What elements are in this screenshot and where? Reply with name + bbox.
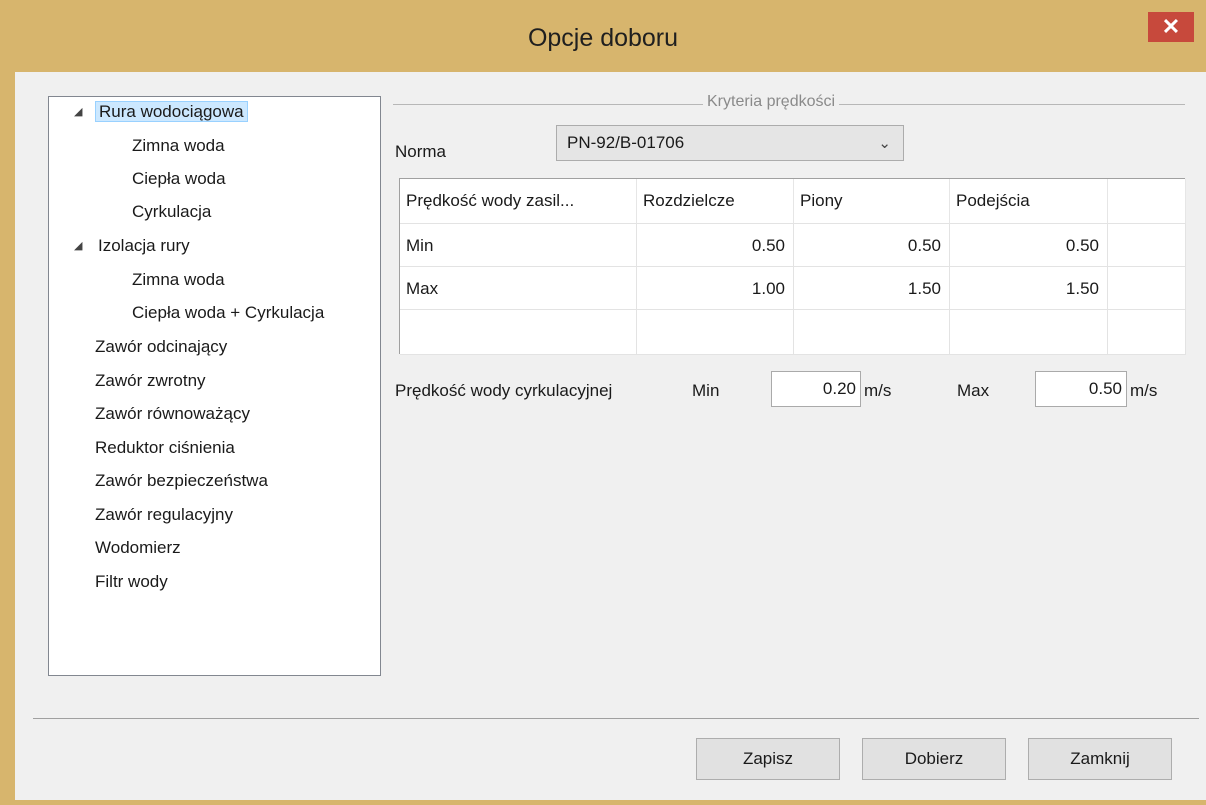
window-title: Opcje doboru xyxy=(527,24,679,52)
tree-item-zimna-woda[interactable]: Zimna woda xyxy=(129,133,228,159)
tree-item-label: Zawór równoważący xyxy=(95,404,250,423)
tree-item-label: Zimna woda xyxy=(132,136,225,155)
tree-item-label: Cyrkulacja xyxy=(132,202,212,221)
dialog-client-area: ◢ Rura wodociągowa Zimna woda Ciepła wod… xyxy=(15,72,1206,800)
column-header-filler xyxy=(1108,179,1186,224)
tree-item-label: Zawór odcinający xyxy=(95,337,228,356)
tree-item-zawor-zwrotny[interactable]: Zawór zwrotny xyxy=(92,368,209,394)
table-cell[interactable]: 0.50 xyxy=(794,224,950,267)
footer-separator xyxy=(33,718,1199,719)
tree-item-filtr-wody[interactable]: Filtr wody xyxy=(92,569,171,595)
table-cell-filler xyxy=(1108,267,1186,310)
circulation-max-input[interactable]: 0.50 xyxy=(1035,371,1127,407)
column-header[interactable]: Podejścia xyxy=(950,179,1108,224)
tree-item-label: Rura wodociągowa xyxy=(95,101,248,122)
save-button[interactable]: Zapisz xyxy=(696,738,840,780)
column-header[interactable]: Rozdzielcze xyxy=(637,179,794,224)
table-cell[interactable] xyxy=(400,310,637,355)
options-tree: ◢ Rura wodociągowa Zimna woda Ciepła wod… xyxy=(48,96,381,676)
circulation-velocity-label: Prędkość wody cyrkulacyjnej xyxy=(395,381,613,400)
circulation-max-unit: m/s xyxy=(1130,381,1158,400)
column-header[interactable]: Piony xyxy=(794,179,950,224)
norma-value: PN-92/B-01706 xyxy=(567,133,685,152)
tree-item-ciepla-woda[interactable]: Ciepła woda xyxy=(129,166,229,192)
tree-item-izolacja-ciepla-cyrkulacja[interactable]: Ciepła woda + Cyrkulacja xyxy=(129,300,327,326)
table-cell[interactable]: Min xyxy=(400,224,637,267)
column-header[interactable]: Prędkość wody zasil... xyxy=(400,179,637,224)
dialog-window: Opcje doboru ✕ ◢ Rura wodociągowa Zimna … xyxy=(0,0,1206,805)
expander-triangle-icon[interactable]: ◢ xyxy=(74,233,82,259)
norma-dropdown[interactable]: PN-92/B-01706 ⌄ xyxy=(556,125,904,161)
tree-item-wodomierz[interactable]: Wodomierz xyxy=(92,535,184,561)
table-cell[interactable]: 0.50 xyxy=(950,224,1108,267)
circulation-min-unit: m/s xyxy=(864,381,892,400)
tree-item-rura-wodociagowa[interactable]: ◢ Rura wodociągowa xyxy=(74,99,248,125)
tree-item-label: Zawór regulacyjny xyxy=(95,505,233,524)
select-button[interactable]: Dobierz xyxy=(862,738,1006,780)
tree-item-izolacja-rury[interactable]: ◢ Izolacja rury xyxy=(74,233,193,259)
tree-item-zawor-bezpieczenstwa[interactable]: Zawór bezpieczeństwa xyxy=(92,468,271,494)
title-bar: Opcje doboru ✕ xyxy=(0,0,1206,72)
table-cell[interactable]: 1.50 xyxy=(794,267,950,310)
table-cell[interactable] xyxy=(950,310,1108,355)
tree-item-label: Zawór bezpieczeństwa xyxy=(95,471,268,490)
circulation-min-label: Min xyxy=(692,381,720,400)
close-window-button[interactable]: ✕ xyxy=(1148,12,1194,42)
tree-item-label: Izolacja rury xyxy=(98,236,190,255)
table-cell[interactable] xyxy=(794,310,950,355)
circulation-min-input[interactable]: 0.20 xyxy=(771,371,861,407)
table-cell[interactable]: Max xyxy=(400,267,637,310)
table-cell[interactable] xyxy=(637,310,794,355)
tree-item-zawor-regulacyjny[interactable]: Zawór regulacyjny xyxy=(92,502,236,528)
tree-item-reduktor-cisnienia[interactable]: Reduktor ciśnienia xyxy=(92,435,238,461)
group-title: Kryteria prędkości xyxy=(703,93,840,111)
norma-label: Norma xyxy=(395,142,447,161)
tree-item-cyrkulacja[interactable]: Cyrkulacja xyxy=(129,199,214,225)
chevron-down-icon: ⌄ xyxy=(878,135,891,152)
tree-item-label: Ciepła woda xyxy=(132,169,226,188)
table-cell[interactable]: 1.00 xyxy=(637,267,794,310)
tree-item-zawor-odcinajacy[interactable]: Zawór odcinający xyxy=(92,334,230,360)
circulation-max-label: Max xyxy=(957,381,990,400)
tree-item-label: Filtr wody xyxy=(95,572,168,591)
expander-triangle-icon[interactable]: ◢ xyxy=(74,99,82,125)
tree-item-label: Zawór zwrotny xyxy=(95,371,206,390)
close-button[interactable]: Zamknij xyxy=(1028,738,1172,780)
table-cell[interactable]: 1.50 xyxy=(950,267,1108,310)
tree-item-label: Wodomierz xyxy=(95,538,181,557)
tree-item-izolacja-zimna-woda[interactable]: Zimna woda xyxy=(129,267,228,293)
table-cell[interactable]: 0.50 xyxy=(637,224,794,267)
velocity-grid: Prędkość wody zasil... Rozdzielcze Piony… xyxy=(399,178,1186,355)
tree-item-label: Reduktor ciśnienia xyxy=(95,438,235,457)
tree-item-zawor-rownowazacy[interactable]: Zawór równoważący xyxy=(92,401,253,427)
tree-item-label: Ciepła woda + Cyrkulacja xyxy=(132,303,325,322)
table-cell-filler xyxy=(1108,310,1186,355)
table-cell-filler xyxy=(1108,224,1186,267)
tree-item-label: Zimna woda xyxy=(132,270,225,289)
